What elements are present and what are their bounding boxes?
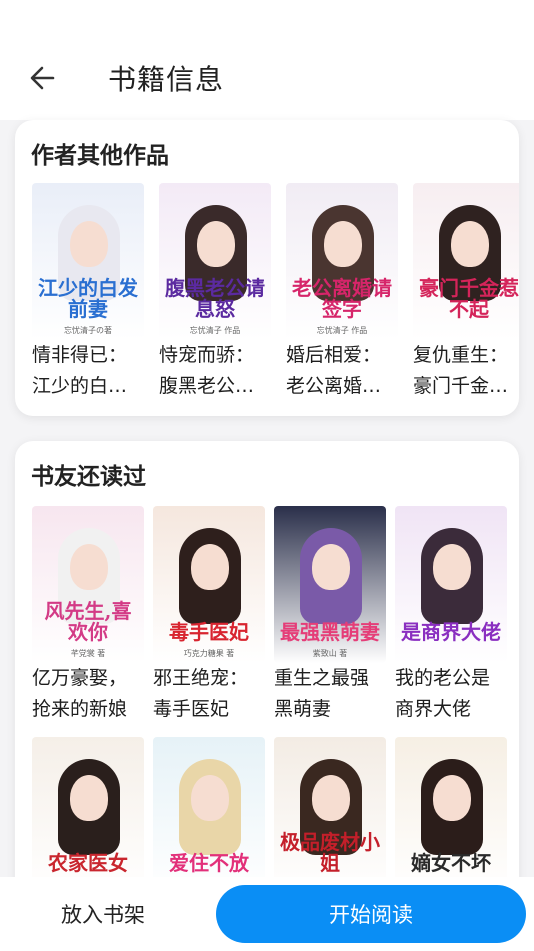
book-title: 亿万豪娶， 抢来的新娘 [32,663,144,725]
book-cover[interactable]: 江少的白发前妻忘忧清子の著 [32,183,144,340]
cover-author: 紫致山 著 [312,649,348,658]
book-cover[interactable]: 农家医女唐妃 著 [32,737,144,894]
book-cover[interactable]: 毒手医妃巧克力糖果 著 [153,506,265,663]
author-works-list: 江少的白发前妻忘忧清子の著情非得已： 江少的白… 腹黑老公请息怒忘忧清子 作品恃宠而… [32,183,519,408]
book-info-page: 书籍信息 作者其他作品 江少的白发前妻忘忧清子の著情非得已： 江少的白… 腹黑老公请… [0,0,534,951]
book-item[interactable]: 老公离婚请签字忘忧清子 作品婚后相爱： 老公离婚… [286,183,398,402]
book-item[interactable]: 嫡女不坏太子不爱 [395,737,507,894]
cover-figure-face [191,775,229,821]
book-item[interactable]: 农家医女唐妃 著 [32,737,144,894]
cover-figure-face [197,221,235,267]
cover-title: 毒手医妃 [169,620,249,644]
cover-title: 豪门千金惹不起 [419,276,519,321]
cover-figure-face [312,775,350,821]
book-cover[interactable]: 老公离婚请签字忘忧清子 作品 [286,183,398,340]
book-title-line-1: 重生之最强 [274,667,370,689]
start-reading-button[interactable]: 开始阅读 [216,885,526,943]
book-item[interactable]: 是商界大佬我的老公是商界大佬 [395,506,507,725]
book-item[interactable]: 腹黑老公请息怒忘忧清子 作品恃宠而骄： 腹黑老公… [159,183,271,402]
book-item[interactable]: 风先生,喜欢你芊党裳 著亿万豪娶， 抢来的新娘 [32,506,144,725]
cover-author: 忘忧清子の著 [64,326,112,335]
cover-figure-face [433,775,471,821]
cover-author: 芊党裳 著 [70,649,106,658]
book-title-line-2: 豪门千金… [413,375,509,397]
cover-title: 最强黑萌妻 [280,620,380,644]
book-item[interactable]: 江少的白发前妻忘忧清子の著情非得已： 江少的白… [32,183,144,402]
book-title-line-1: 情非得已： [32,344,128,366]
book-title-line-1: 恃宠而骄： [159,344,255,366]
book-title-line-2: 江少的白… [32,375,128,397]
cover-figure-face [451,221,489,267]
book-title: 恃宠而骄： 腹黑老公… [159,340,271,402]
cover-title: 风先生,喜欢你 [44,599,132,644]
cover-title: 江少的白发前妻 [38,276,138,321]
back-button[interactable] [22,58,62,98]
book-cover[interactable]: 风先生,喜欢你芊党裳 著 [32,506,144,663]
cover-figure-face [433,544,471,590]
book-item[interactable]: 最强黑萌妻紫致山 著重生之最强黑萌妻 [274,506,386,725]
author-works-card: 作者其他作品 江少的白发前妻忘忧清子の著情非得已： 江少的白… 腹黑老公请息怒忘忧清… [15,120,519,416]
also-read-title: 书友还读过 [31,464,146,490]
book-title: 婚后相爱： 老公离婚… [286,340,398,402]
book-title: 重生之最强 黑萌妻 [274,663,386,725]
cover-author: 忘忧清子 作品 [189,326,241,335]
bottom-action-bar: 放入书架 开始阅读 [0,877,534,951]
book-title-line-2: 毒手医妃 [153,698,230,720]
also-read-card: 书友还读过 风先生,喜欢你 芊党裳 著亿万豪娶， 抢来的新娘 毒手医妃 巧克力糖果 著邪… [15,441,519,911]
book-item[interactable]: 豪门千金惹不起复仇重生： 豪门千金… [413,183,519,402]
book-title: 复仇重生： 豪门千金… [413,340,519,402]
cover-figure-face [70,775,108,821]
book-title-line-2: 黑萌妻 [274,698,332,720]
cover-author: 巧克力糖果 著 [183,649,235,658]
cover-figure-face [324,221,362,267]
book-title-line-1: 复仇重生： [413,344,509,366]
book-title-line-2: 商界大佬 [395,698,472,720]
book-cover[interactable]: 豪门千金惹不起 [413,183,519,340]
book-title: 邪王绝宠： 毒手医妃 [153,663,265,725]
book-title-line-1: 婚后相爱： [286,344,382,366]
book-cover[interactable]: 腹黑老公请息怒忘忧清子 作品 [159,183,271,340]
book-title-line-1: 邪王绝宠： [153,667,249,689]
book-cover[interactable]: 嫡女不坏太子不爱 [395,737,507,894]
book-title-line-1: 我的老公是 [395,667,491,689]
book-item[interactable]: 毒手医妃 巧克力糖果 著邪王绝宠： 毒手医妃 [153,506,265,725]
book-title-line-2: 老公离婚… [286,375,382,397]
arrow-left-icon [30,66,55,90]
cover-title: 是商界大佬 [401,620,501,644]
book-item[interactable]: 爱住不放叶非夜 [153,737,265,894]
book-cover[interactable]: 爱住不放叶非夜 [153,737,265,894]
cover-title: 老公离婚请签字 [292,276,392,321]
cover-author: 忘忧清子 作品 [316,326,368,335]
page-title: 书籍信息 [108,63,225,96]
book-cover[interactable]: 最强黑萌妻紫致山 著 [274,506,386,663]
header-bar: 书籍信息 [0,36,534,120]
also-read-grid: 风先生,喜欢你 芊党裳 著亿万豪娶， 抢来的新娘 毒手医妃 巧克力糖果 著邪王绝宠： 毒手… [32,506,510,911]
book-title-line-2: 腹黑老公… [159,375,255,397]
book-item[interactable]: 极品废材小姐 [274,737,386,894]
cover-figure-face [70,544,108,590]
author-works-title: 作者其他作品 [31,143,169,169]
book-title-line-2: 抢来的新娘 [32,698,128,720]
book-title: 我的老公是 商界大佬 [395,663,507,725]
book-title: 情非得已： 江少的白… [32,340,144,402]
add-to-shelf-button[interactable]: 放入书架 [0,877,206,951]
status-bar [0,0,534,36]
book-cover[interactable]: 极品废材小姐 [274,737,386,894]
book-cover[interactable]: 是商界大佬 [395,506,507,663]
cover-title: 农家医女 [48,851,128,875]
cover-figure-face [191,544,229,590]
cover-title: 极品废材小姐 [280,830,380,875]
cover-title: 嫡女不坏 [411,851,491,875]
cover-title: 爱住不放 [169,851,249,875]
book-title-line-1: 亿万豪娶， [32,667,128,689]
cover-figure-face [312,544,350,590]
cover-figure-face [70,221,108,267]
cover-title: 腹黑老公请息怒 [165,276,265,321]
